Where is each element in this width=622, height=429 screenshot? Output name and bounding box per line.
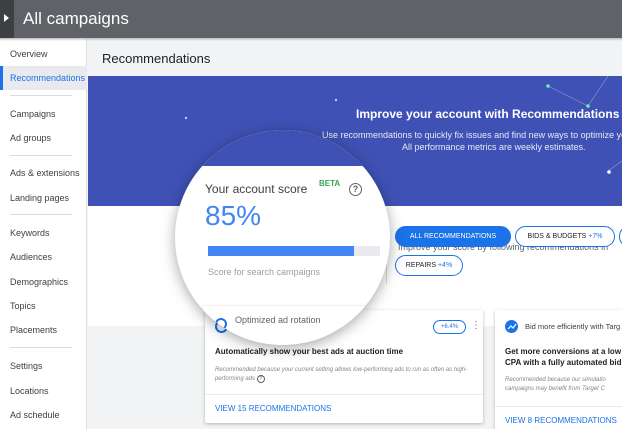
page-header-title: All campaigns — [23, 9, 129, 28]
card-separator — [495, 406, 622, 407]
sidebar-item-ads-extensions[interactable]: Ads & extensions — [0, 161, 87, 185]
sidebar-nav: Overview Recommendations Campaigns Ad gr… — [0, 38, 87, 429]
chip-label: REPAIRS — [405, 262, 437, 269]
recommendation-card-target-cpa[interactable]: Bid more efficiently with Targ Get more … — [495, 310, 622, 429]
sidebar-toggle[interactable] — [0, 0, 14, 38]
score-caption: Score for search campaigns — [208, 267, 321, 277]
help-icon[interactable]: ? — [349, 183, 362, 196]
nav-divider — [10, 347, 72, 348]
sidebar-item-ad-schedule[interactable]: Ad schedule — [0, 403, 87, 427]
sidebar-item-campaigns[interactable]: Campaigns — [0, 102, 87, 126]
card-title: Get more conversions at a low — [505, 347, 622, 356]
card-note: Recommended because our simulatio — [505, 377, 606, 383]
account-score-value: 85% — [205, 200, 262, 231]
score-magnifier: Your account score BETA ? 85% Score for … — [175, 130, 390, 345]
hero-headline: Improve your account with Recommendation… — [356, 107, 620, 121]
card-title: Automatically show your best ads at auct… — [215, 347, 404, 356]
chip-label: BIDS & BUDGETS — [527, 233, 587, 240]
score-progress-fill — [208, 246, 355, 256]
page-title: Recommendations — [102, 51, 211, 66]
chip-label: ALL RECOMMENDATIONS — [409, 233, 497, 240]
hero-subtext-estimates: All performance metrics are weekly estim… — [402, 142, 586, 152]
score-progress-bar — [208, 246, 380, 256]
filter-chip-repairs[interactable]: REPAIRS +4% — [395, 255, 463, 276]
nav-divider — [10, 214, 72, 215]
sidebar-item-overview[interactable]: Overview — [0, 42, 87, 66]
top-bar: All campaigns — [0, 0, 622, 38]
filter-chip-all-recommendations[interactable]: ALL RECOMMENDATIONS — [395, 226, 511, 247]
card-separator — [205, 394, 483, 395]
caret-right-icon — [4, 14, 9, 22]
filter-chip-bids-budgets[interactable]: BIDS & BUDGETS +7% — [515, 226, 615, 247]
chip-delta: +4% — [437, 262, 453, 269]
sidebar-item-audiences[interactable]: Audiences — [0, 245, 87, 269]
score-impact-badge: +6.4% — [433, 320, 466, 334]
view-recommendations-link[interactable]: VIEW 8 RECOMMENDATIONS — [505, 416, 617, 425]
magnified-hero-strip — [175, 130, 390, 166]
sidebar-item-ad-groups[interactable]: Ad groups — [0, 126, 87, 150]
top-bar-shadow — [0, 38, 622, 41]
beta-badge: BETA — [319, 179, 341, 188]
nav-divider — [10, 155, 72, 156]
magnified-card-header: Optimized ad rotation — [235, 315, 321, 325]
help-icon[interactable]: ? — [256, 375, 265, 383]
chip-delta: +7% — [588, 233, 603, 240]
sidebar-item-recommendations[interactable]: Recommendations — [0, 66, 87, 90]
sidebar-item-topics[interactable]: Topics — [0, 294, 87, 318]
sidebar-item-locations[interactable]: Locations — [0, 379, 87, 403]
card-title-line-2: CPA with a fully automated bid — [505, 358, 622, 367]
card-note-text: Recommended because your current setting… — [215, 367, 468, 382]
sidebar-item-landing-pages[interactable]: Landing pages — [0, 186, 87, 210]
sidebar-item-keywords[interactable]: Keywords — [0, 221, 87, 245]
sidebar-item-settings[interactable]: Settings — [0, 354, 87, 378]
account-score-title: Your account score — [205, 182, 308, 196]
card-note: Recommended because your current setting… — [215, 366, 477, 384]
card-header: Bid more efficiently with Targ — [525, 322, 621, 331]
view-recommendations-link[interactable]: VIEW 15 RECOMMENDATIONS — [215, 404, 331, 413]
magnified-card-top: Optimized ad rotation — [203, 306, 390, 345]
sidebar-item-demographics[interactable]: Demographics — [0, 270, 87, 294]
refresh-icon — [215, 318, 227, 330]
nav-divider — [10, 95, 72, 96]
more-vert-icon[interactable]: ⋮ — [471, 321, 481, 331]
magnified-score-panel: Your account score BETA ? 85% Score for … — [175, 130, 390, 345]
trending-up-icon — [505, 320, 518, 333]
card-note-line-2: campaigns may benefit from Target C — [505, 386, 605, 392]
sidebar-item-placements[interactable]: Placements — [0, 318, 87, 342]
